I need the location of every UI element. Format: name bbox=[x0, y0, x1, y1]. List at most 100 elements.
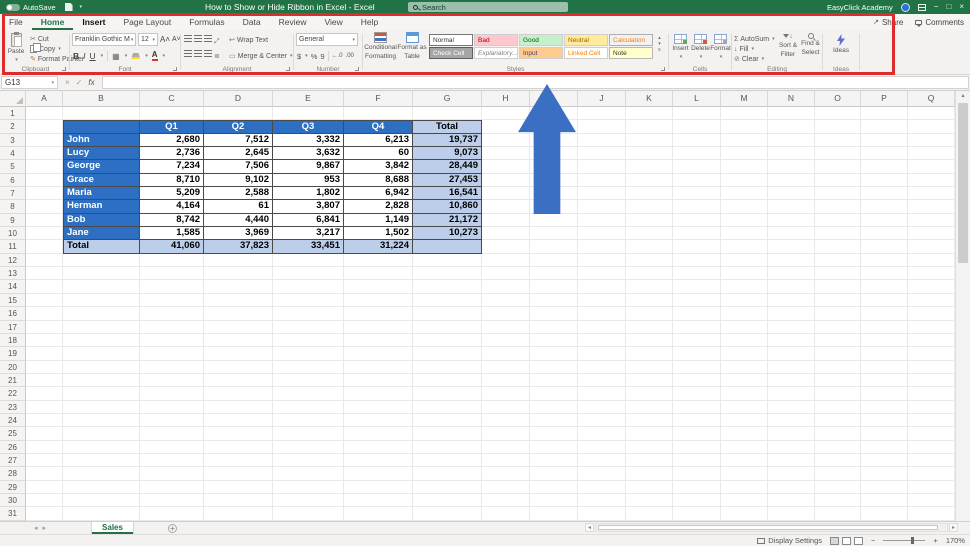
column-header-B[interactable]: B bbox=[63, 91, 140, 107]
cell-M10[interactable] bbox=[721, 227, 768, 240]
cell-C4[interactable]: 2,736 bbox=[140, 147, 204, 160]
cell-H19[interactable] bbox=[482, 347, 530, 360]
cell-H25[interactable] bbox=[482, 427, 530, 440]
cell-Q18[interactable] bbox=[908, 334, 955, 347]
row-header-4[interactable]: 4 bbox=[0, 147, 26, 160]
cell-D25[interactable] bbox=[204, 427, 273, 440]
cell-O17[interactable] bbox=[815, 321, 861, 334]
cell-K20[interactable] bbox=[626, 361, 673, 374]
scroll-right-icon[interactable]: ▸ bbox=[949, 523, 958, 532]
cell-O4[interactable] bbox=[815, 147, 861, 160]
cell-Q7[interactable] bbox=[908, 187, 955, 200]
cell-F11[interactable]: 31,224 bbox=[344, 240, 413, 253]
cell-B21[interactable] bbox=[63, 374, 140, 387]
cell-I14[interactable] bbox=[530, 280, 578, 293]
cell-C19[interactable] bbox=[140, 347, 204, 360]
row-header-11[interactable]: 11 bbox=[0, 240, 26, 253]
cell-D7[interactable]: 2,588 bbox=[204, 187, 273, 200]
cell-L15[interactable] bbox=[673, 294, 721, 307]
cell-D22[interactable] bbox=[204, 387, 273, 400]
cell-H31[interactable] bbox=[482, 507, 530, 520]
cell-I22[interactable] bbox=[530, 387, 578, 400]
cell-M13[interactable] bbox=[721, 267, 768, 280]
cell-I25[interactable] bbox=[530, 427, 578, 440]
comments-button[interactable]: Comments bbox=[915, 18, 964, 27]
cell-D16[interactable] bbox=[204, 307, 273, 320]
cell-M18[interactable] bbox=[721, 334, 768, 347]
cell-O29[interactable] bbox=[815, 481, 861, 494]
cell-E8[interactable]: 3,807 bbox=[273, 200, 344, 213]
row-header-18[interactable]: 18 bbox=[0, 334, 26, 347]
cell-Q27[interactable] bbox=[908, 454, 955, 467]
tab-home[interactable]: Home bbox=[32, 14, 74, 30]
font-name-select[interactable]: Franklin Gothic M▾ bbox=[72, 33, 136, 46]
cell-M12[interactable] bbox=[721, 254, 768, 267]
cell-H5[interactable] bbox=[482, 160, 530, 173]
cell-G4[interactable]: 9,073 bbox=[413, 147, 482, 160]
styles-dialog-launcher-icon[interactable] bbox=[661, 67, 665, 71]
cell-N27[interactable] bbox=[768, 454, 815, 467]
align-left-icon[interactable] bbox=[184, 50, 192, 57]
underline-button[interactable]: U bbox=[90, 51, 96, 61]
cell-M23[interactable] bbox=[721, 401, 768, 414]
cell-C30[interactable] bbox=[140, 494, 204, 507]
cell-F14[interactable] bbox=[344, 280, 413, 293]
cell-A16[interactable] bbox=[26, 307, 63, 320]
cell-M26[interactable] bbox=[721, 441, 768, 454]
clipboard-dialog-launcher-icon[interactable] bbox=[62, 67, 66, 71]
cell-I27[interactable] bbox=[530, 454, 578, 467]
cell-M20[interactable] bbox=[721, 361, 768, 374]
cell-M29[interactable] bbox=[721, 481, 768, 494]
align-top-icon[interactable] bbox=[184, 35, 192, 42]
cell-J22[interactable] bbox=[578, 387, 626, 400]
cell-E28[interactable] bbox=[273, 467, 344, 480]
cell-P20[interactable] bbox=[861, 361, 908, 374]
row-header-29[interactable]: 29 bbox=[0, 481, 26, 494]
cell-A26[interactable] bbox=[26, 441, 63, 454]
cell-J5[interactable] bbox=[578, 160, 626, 173]
cell-M3[interactable] bbox=[721, 134, 768, 147]
cell-L23[interactable] bbox=[673, 401, 721, 414]
cell-Q11[interactable] bbox=[908, 240, 955, 253]
cell-A14[interactable] bbox=[26, 280, 63, 293]
cell-J24[interactable] bbox=[578, 414, 626, 427]
cell-F2[interactable]: Q4 bbox=[344, 120, 413, 133]
cell-B10[interactable]: Jane bbox=[63, 227, 140, 240]
cell-L4[interactable] bbox=[673, 147, 721, 160]
cell-G2[interactable]: Total bbox=[413, 120, 482, 133]
cell-I26[interactable] bbox=[530, 441, 578, 454]
cell-A25[interactable] bbox=[26, 427, 63, 440]
cell-M30[interactable] bbox=[721, 494, 768, 507]
cell-E13[interactable] bbox=[273, 267, 344, 280]
cell-Q29[interactable] bbox=[908, 481, 955, 494]
cell-E12[interactable] bbox=[273, 254, 344, 267]
cell-K21[interactable] bbox=[626, 374, 673, 387]
scroll-left-icon[interactable]: ◂ bbox=[585, 523, 594, 532]
cell-D8[interactable]: 61 bbox=[204, 200, 273, 213]
cell-L11[interactable] bbox=[673, 240, 721, 253]
cell-A30[interactable] bbox=[26, 494, 63, 507]
cell-M4[interactable] bbox=[721, 147, 768, 160]
cell-J7[interactable] bbox=[578, 187, 626, 200]
cell-D6[interactable]: 9,102 bbox=[204, 174, 273, 187]
row-header-22[interactable]: 22 bbox=[0, 387, 26, 400]
cell-N8[interactable] bbox=[768, 200, 815, 213]
cell-B29[interactable] bbox=[63, 481, 140, 494]
cell-P30[interactable] bbox=[861, 494, 908, 507]
autosum-button[interactable]: ΣAutoSum▾ bbox=[734, 34, 776, 44]
cell-K7[interactable] bbox=[626, 187, 673, 200]
cell-B27[interactable] bbox=[63, 454, 140, 467]
cell-style-check-cell[interactable]: Check Cell bbox=[429, 47, 473, 59]
row-header-2[interactable]: 2 bbox=[0, 120, 26, 133]
cell-H17[interactable] bbox=[482, 321, 530, 334]
cell-B8[interactable]: Herman bbox=[63, 200, 140, 213]
new-sheet-icon[interactable]: + bbox=[168, 524, 177, 533]
save-icon[interactable] bbox=[65, 3, 73, 11]
row-header-5[interactable]: 5 bbox=[0, 160, 26, 173]
cell-P2[interactable] bbox=[861, 120, 908, 133]
tab-view[interactable]: View bbox=[316, 14, 352, 30]
cell-L22[interactable] bbox=[673, 387, 721, 400]
cell-K24[interactable] bbox=[626, 414, 673, 427]
cell-style-note[interactable]: Note bbox=[609, 47, 653, 59]
alignment-dialog-launcher-icon[interactable] bbox=[286, 67, 290, 71]
